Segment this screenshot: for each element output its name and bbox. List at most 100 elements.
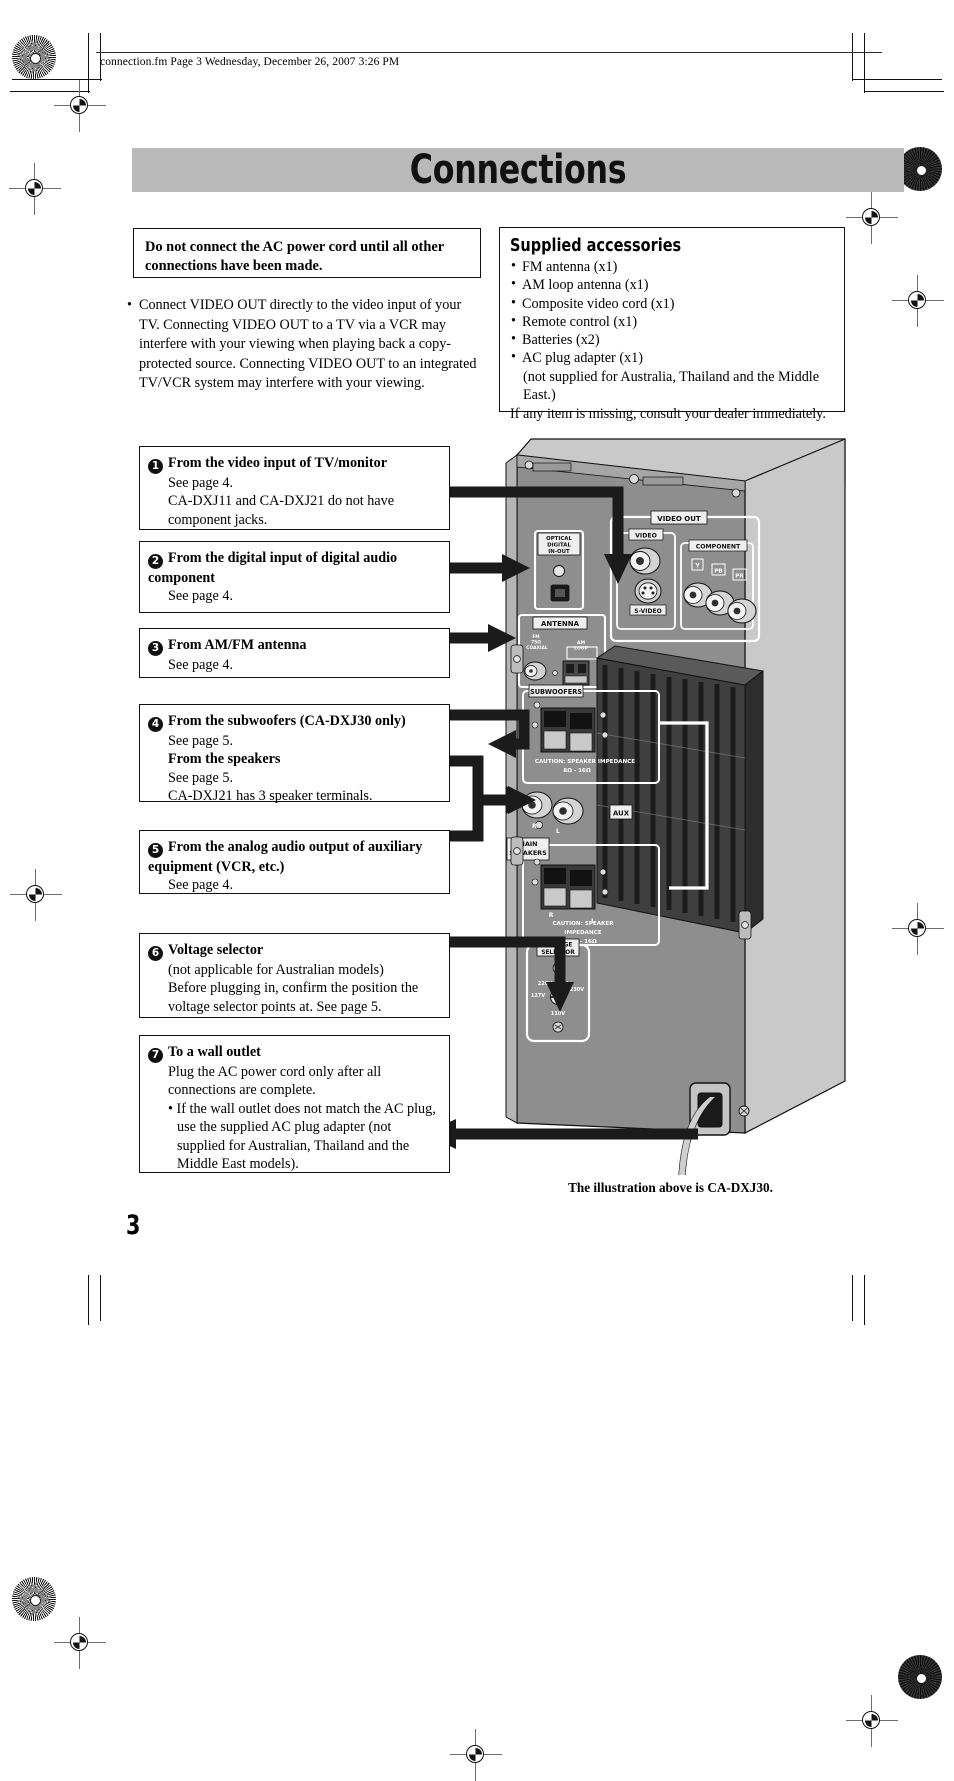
registration-target-top-left — [54, 80, 106, 132]
registration-rosette-top-left — [12, 35, 56, 79]
label-component-pr: PR — [735, 574, 744, 580]
callout-box-1: 1 From the video input of TV/monitor See … — [139, 446, 450, 530]
accessory-label: FM antenna (x1) — [522, 259, 618, 275]
callout-bullet-text: If the wall outlet does not match the AC… — [176, 1100, 436, 1173]
accessory-label: Remote control (x1) — [522, 313, 638, 330]
crop-mark-bottom-left-v2 — [100, 1275, 102, 1321]
registration-target-bottom-center — [450, 1729, 502, 1781]
registration-target-right-upper — [892, 275, 944, 327]
crop-mark-top-right-v2 — [852, 33, 854, 81]
accessory-label: Batteries (x2) — [522, 332, 600, 348]
crop-mark-bottom-right-v2 — [852, 1275, 854, 1321]
crop-mark-bottom-right-v — [864, 1275, 866, 1325]
accessory-label: Composite video cord (x1) — [522, 295, 675, 312]
callout-heading-6: Voltage selector — [168, 942, 264, 958]
bullet-glyph: • — [511, 294, 516, 311]
supplied-accessories-box: Supplied accessories • FM antenna (x1) • A… — [499, 227, 845, 422]
callout-number-1: 1 — [148, 459, 163, 474]
callout-box-3: 3 From AM/FM antenna See page 4. — [139, 628, 450, 678]
bullet-glyph: • — [511, 276, 516, 293]
list-item: • Batteries (x2) — [510, 331, 834, 349]
label-component-pb: PB — [714, 569, 722, 575]
callout-box-4: 4 From the subwoofers (CA-DXJ30 only) See… — [139, 704, 450, 805]
registration-target-bottom-right — [846, 1695, 898, 1747]
registration-target-left-upper — [9, 163, 61, 215]
accessory-label: AC plug adapter (x1) — [522, 350, 643, 367]
video-out-note: • Connect VIDEO OUT directly to the vide… — [127, 296, 485, 394]
supplied-accessories-list: • FM antenna (x1) • AM loop antenna (x1) •… — [510, 258, 834, 368]
callout-line: CA-DXJ11 and CA-DXJ21 do not have compon… — [168, 493, 395, 528]
crop-mark-bottom-left-v — [88, 1275, 90, 1325]
label-component-y: Y — [694, 563, 700, 570]
bullet-glyph: • — [511, 349, 516, 366]
warning-text: Do not connect the AC power cord until a… — [145, 239, 444, 275]
callout-box-6: 6 Voltage selector (not applicable for Au… — [139, 933, 450, 1018]
callout-heading-2: From the digital input of digital audio … — [148, 550, 398, 586]
supplied-accessories-title: Supplied accessories — [510, 236, 682, 256]
accessories-continuation: (not supplied for Australia, Thailand an… — [523, 368, 820, 403]
registration-rosette-bottom-right — [898, 1655, 942, 1699]
list-item: • FM antenna (x1) — [510, 258, 834, 276]
warning-box: Do not connect the AC power cord until a… — [133, 228, 481, 278]
registration-target-bottom-left — [54, 1617, 106, 1669]
crop-mark-top-right-v — [864, 33, 866, 93]
label-antenna: ANTENNA — [541, 620, 580, 628]
arrow-callout-2 — [448, 554, 530, 582]
svg-text:LOOP: LOOP — [574, 646, 589, 652]
callout-box-2: 2 From the digital input of digital audio… — [139, 541, 450, 613]
callout-line: See page 5. — [168, 769, 234, 786]
registration-target-top-right — [846, 192, 898, 244]
accessory-label: AM loop antenna (x1) — [522, 277, 649, 294]
callout-line: Plug the AC power cord only after all co… — [168, 1064, 382, 1099]
callout-number-7: 7 — [148, 1048, 163, 1063]
callout-line: See page 4. — [168, 475, 234, 491]
svg-text:AM: AM — [577, 640, 586, 646]
bullet-glyph: • — [168, 1100, 173, 1117]
registration-rosette-top-right — [898, 147, 942, 191]
page-title: Connections — [409, 147, 627, 193]
callout-number-6: 6 — [148, 946, 163, 961]
registration-target-left-middle — [10, 869, 62, 921]
arrow-callout-6 — [448, 936, 574, 1012]
illustration-caption: The illustration above is CA-DXJ30. — [568, 1180, 773, 1195]
callout-box-7: 7 To a wall outlet Plug the AC power cord… — [139, 1035, 450, 1173]
bullet-glyph: • — [511, 312, 516, 329]
label-s-video: S-VIDEO — [634, 608, 661, 615]
callout-heading-1: From the video input of TV/monitor — [168, 455, 387, 471]
arrow-callout-7 — [424, 1119, 698, 1149]
callout-line: Before plugging in, confirm the position… — [168, 980, 419, 1015]
callout-number-4: 4 — [148, 717, 163, 732]
callout-bullet-line: • If the wall outlet does not match the … — [148, 1100, 440, 1174]
arrow-callout-5 — [448, 786, 536, 842]
crop-mark-top-right-h — [864, 91, 944, 93]
header-filename-text: connection.fm Page 3 Wednesday, December… — [100, 56, 400, 68]
list-item: • AC plug adapter (x1) — [510, 349, 834, 367]
callout-number-5: 5 — [148, 843, 163, 858]
list-item: • Remote control (x1) — [510, 313, 834, 331]
label-subwoofers: SUBWOOFERS — [530, 688, 582, 696]
label-component: COMPONENT — [696, 544, 741, 551]
list-item: • Composite video cord (x1) — [510, 295, 834, 313]
bullet-glyph: • — [511, 258, 516, 274]
callout-number-2: 2 — [148, 554, 163, 569]
callout-line: See page 5. — [168, 733, 234, 749]
registration-target-right-middle — [892, 903, 944, 955]
crop-mark-top-left-v — [88, 33, 90, 93]
page-title-banner: Connections — [132, 147, 904, 193]
callout-number-3: 3 — [148, 641, 163, 656]
header-rule — [96, 52, 882, 54]
callout-heading-5: From the analog audio output of auxiliar… — [148, 839, 423, 875]
svg-text:R: R — [549, 912, 554, 919]
callout-heading-4: From the subwoofers (CA-DXJ30 only) — [168, 713, 406, 729]
page-number: 3 — [126, 1210, 141, 1241]
callout-line: CA-DXJ21 has 3 speaker terminals. — [168, 788, 373, 805]
callout-box-5: 5 From the analog audio output of auxilia… — [139, 830, 450, 894]
crop-mark-top-left-h2 — [12, 79, 102, 81]
list-item: • AM loop antenna (x1) — [510, 276, 834, 294]
callout-heading-7: To a wall outlet — [168, 1044, 261, 1060]
callout-line: See page 4. — [168, 877, 234, 894]
callout-line: See page 4. — [168, 588, 234, 605]
registration-rosette-bottom-left — [12, 1577, 56, 1621]
label-aux: AUX — [613, 810, 630, 818]
callout-line: See page 4. — [168, 657, 234, 673]
